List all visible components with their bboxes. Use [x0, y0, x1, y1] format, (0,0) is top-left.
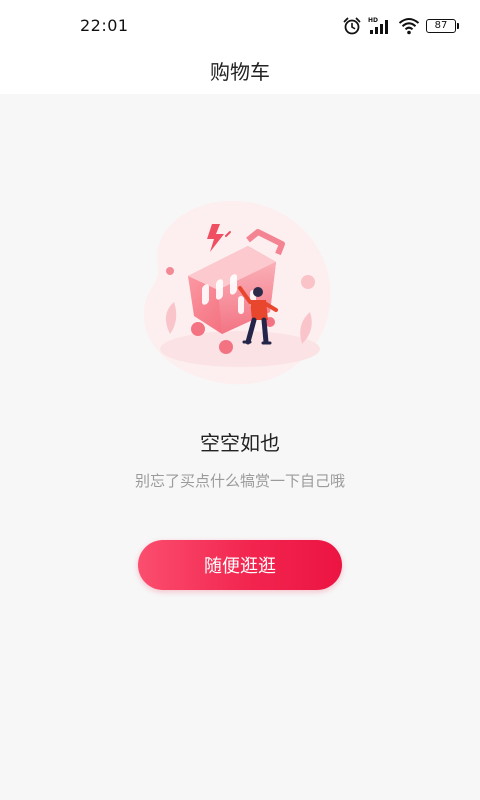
status-bar: 22:01 HD 87	[0, 0, 480, 52]
alarm-icon	[343, 17, 361, 35]
page-title: 购物车	[210, 60, 270, 84]
cart-content: 空空如也 别忘了买点什么犒赏一下自己哦 随便逛逛	[0, 94, 480, 800]
battery-level: 87	[434, 20, 448, 31]
signal-icon: HD	[368, 17, 388, 34]
wifi-icon	[398, 18, 420, 35]
empty-state-title: 空空如也	[200, 431, 280, 455]
status-time: 22:01	[80, 16, 129, 35]
status-icons: HD 87	[342, 15, 459, 37]
browse-button[interactable]: 随便逛逛	[138, 540, 342, 590]
battery-icon: 87	[426, 19, 459, 33]
empty-state-subtitle: 别忘了买点什么犒赏一下自己哦	[134, 472, 345, 490]
signal-hd-label: HD	[368, 17, 378, 24]
empty-cart-illustration	[143, 200, 331, 385]
title-bar: 购物车	[0, 52, 480, 94]
